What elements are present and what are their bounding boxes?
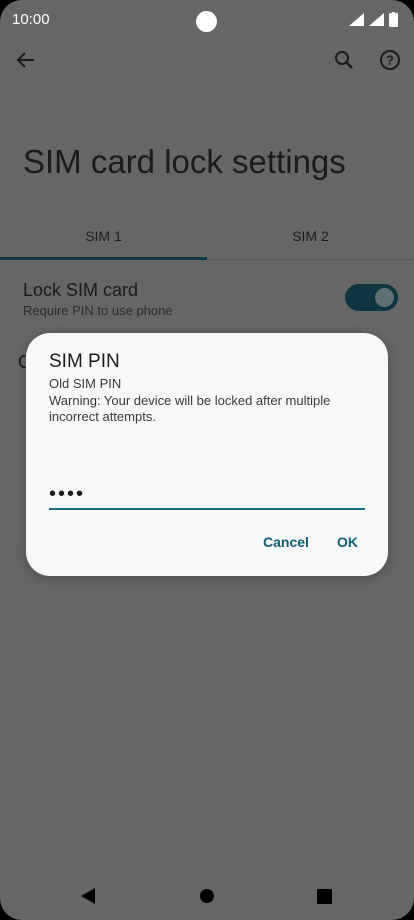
- system-icons: [349, 12, 398, 27]
- dialog-subtitle: Old SIM PIN: [49, 376, 122, 391]
- battery-icon: [389, 12, 398, 27]
- camera-cutout: [196, 11, 217, 32]
- help-button[interactable]: ?: [376, 46, 404, 74]
- phone-screen: 10:00 ? SIM card lock settings SIM 1 SIM…: [0, 0, 414, 920]
- help-circle-icon: ?: [380, 50, 400, 70]
- back-button[interactable]: [12, 46, 40, 74]
- cell-signal-icon: [369, 12, 384, 26]
- toggle-knob: [375, 288, 394, 307]
- nav-home-button[interactable]: [198, 887, 216, 905]
- arrow-left-icon: [16, 52, 34, 68]
- nav-recents-button[interactable]: [315, 887, 333, 905]
- dialog-title: SIM PIN: [49, 351, 120, 372]
- setting-title: Lock SIM card: [23, 280, 139, 300]
- tab-sim-2[interactable]: SIM 2: [207, 212, 414, 260]
- status-time: 10:00: [12, 11, 50, 28]
- lock-sim-card-row[interactable]: Lock SIM card Require PIN to use phone: [0, 272, 414, 328]
- setting-subtitle: Require PIN to use phone: [23, 303, 173, 318]
- circle-home-icon: [200, 889, 214, 903]
- tab-indicator: [0, 257, 207, 260]
- navigation-bar: [0, 872, 414, 920]
- dialog-warning: Warning: Your device will be locked afte…: [49, 393, 331, 424]
- search-icon: [335, 51, 353, 69]
- cancel-button[interactable]: Cancel: [259, 530, 313, 554]
- search-button[interactable]: [330, 46, 358, 74]
- tab-sim-1[interactable]: SIM 1: [0, 212, 207, 260]
- square-recents-icon: [316, 888, 332, 904]
- pin-input[interactable]: [49, 480, 365, 510]
- lock-sim-toggle[interactable]: [345, 284, 398, 311]
- triangle-back-icon: [81, 888, 95, 904]
- page-title: SIM card lock settings: [23, 143, 346, 180]
- status-bar: 10:00: [0, 0, 414, 40]
- sim-pin-dialog: SIM PIN Old SIM PIN Warning: Your device…: [26, 333, 388, 576]
- wifi-signal-icon: [349, 12, 364, 26]
- svg-text:?: ?: [386, 53, 394, 68]
- nav-back-button[interactable]: [78, 886, 98, 906]
- ok-button[interactable]: OK: [333, 530, 362, 554]
